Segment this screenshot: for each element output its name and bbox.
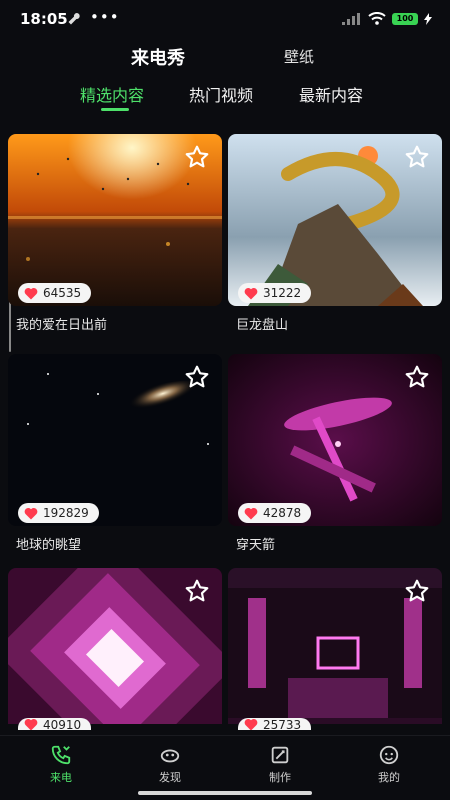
heart-icon: [244, 507, 258, 519]
favorite-star-icon[interactable]: [184, 364, 210, 390]
discover-icon: [160, 749, 180, 763]
signal-icon: [342, 12, 360, 25]
tab-wallpaper[interactable]: 壁纸: [284, 46, 314, 67]
like-count: 42878: [263, 506, 302, 520]
active-tab-indicator: [101, 108, 129, 111]
heart-icon: [244, 287, 258, 299]
content-title: 地球的眺望: [16, 538, 82, 553]
favorite-star-icon[interactable]: [184, 578, 210, 604]
nav-label: 制作: [269, 771, 291, 784]
nav-item-profile[interactable]: 我的: [359, 744, 419, 785]
favorite-star-icon[interactable]: [404, 144, 430, 170]
like-count-badge: 42878: [238, 503, 312, 523]
like-count-badge: 31222: [238, 283, 312, 303]
content-title: 穿天箭: [236, 538, 276, 553]
nav-label: 我的: [378, 771, 400, 784]
make-icon: [271, 746, 289, 764]
heart-icon: [24, 287, 38, 299]
favorite-star-icon[interactable]: [404, 364, 430, 390]
wifi-icon: [368, 12, 386, 25]
status-bar: 18:05 ••• 100: [0, 0, 450, 38]
like-count-badge: 40910: [18, 718, 92, 730]
nav-item-make[interactable]: 制作: [250, 744, 310, 785]
status-more-dots: •••: [90, 8, 120, 26]
heart-icon: [244, 719, 258, 730]
wrench-icon: [68, 12, 80, 25]
like-count-badge: 192829: [18, 503, 99, 523]
favorite-star-icon[interactable]: [184, 144, 210, 170]
nav-item-calls[interactable]: 来电: [31, 744, 91, 785]
tab-latest[interactable]: 最新内容: [299, 82, 363, 106]
charging-icon: [424, 12, 432, 25]
like-count: 192829: [43, 506, 89, 520]
like-count: 31222: [263, 286, 302, 300]
like-count: 40910: [43, 718, 82, 730]
heart-icon: [24, 507, 38, 519]
favorite-star-icon[interactable]: [404, 578, 430, 604]
category-tabs: 精选内容 热门视频 最新内容: [0, 78, 450, 118]
status-time: 18:05: [20, 10, 68, 28]
profile-icon: [379, 745, 399, 765]
tab-featured[interactable]: 精选内容: [80, 82, 144, 106]
top-tabs: 来电秀 壁纸: [0, 38, 450, 70]
nav-label: 来电: [50, 771, 72, 784]
like-count-badge: 25733: [238, 718, 312, 730]
content-title: 我的爱在日出前: [16, 318, 108, 333]
tab-hot-videos[interactable]: 热门视频: [189, 82, 253, 106]
like-count: 64535: [43, 286, 82, 300]
like-count: 25733: [263, 718, 302, 730]
content-title: 巨龙盘山: [236, 318, 289, 333]
heart-icon: [24, 719, 38, 730]
nav-item-discover[interactable]: 发现: [140, 744, 200, 785]
home-indicator[interactable]: [138, 791, 312, 795]
nav-label: 发现: [159, 771, 181, 784]
tab-caller-show[interactable]: 来电秀: [131, 44, 185, 70]
phone-icon: [51, 745, 71, 765]
battery-icon: 100: [392, 12, 418, 25]
like-count-badge: 64535: [18, 283, 92, 303]
scrollbar-thumb[interactable]: [9, 300, 11, 352]
